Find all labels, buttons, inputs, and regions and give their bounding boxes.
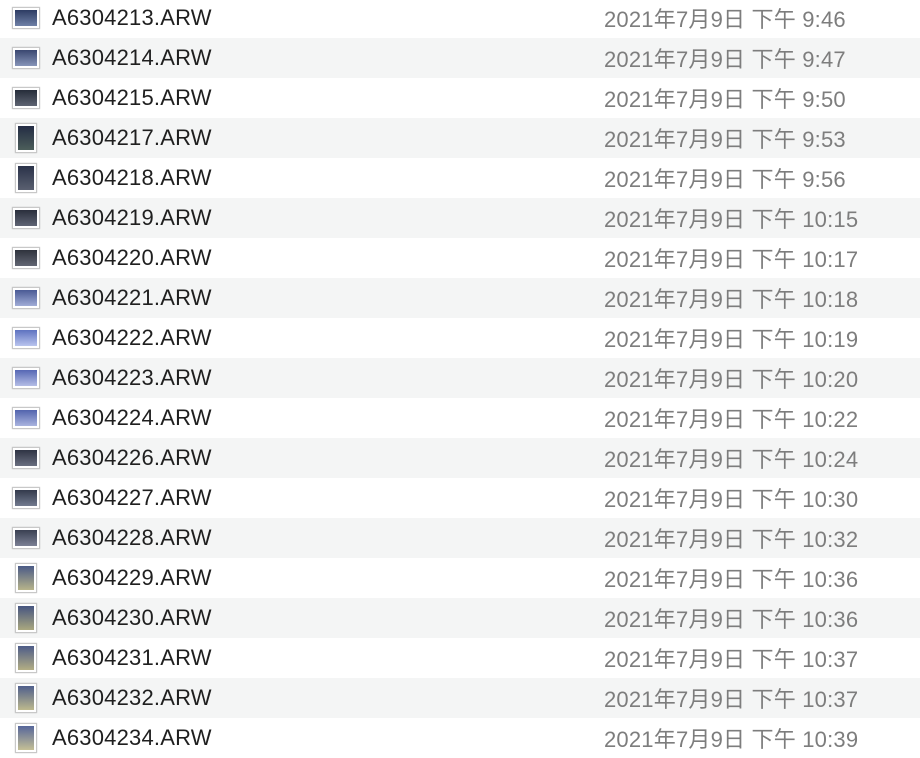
file-name: A6304215.ARW (52, 85, 212, 110)
file-date-modified: 2021年7月9日 下午 10:39 (604, 727, 859, 752)
thumbnail-photo (15, 450, 37, 466)
file-name: A6304224.ARW (52, 405, 212, 430)
file-row[interactable]: A6304226.ARW 2021年7月9日 下午 10:24 (0, 438, 920, 478)
image-thumbnail-icon (12, 207, 40, 229)
file-name: A6304227.ARW (52, 485, 212, 510)
file-row[interactable]: A6304224.ARW 2021年7月9日 下午 10:22 (0, 398, 920, 438)
thumbnail-photo (18, 166, 34, 190)
file-name: A6304214.ARW (52, 45, 212, 70)
file-row[interactable]: A6304230.ARW 2021年7月9日 下午 10:36 (0, 598, 920, 638)
thumbnail-photo (15, 50, 37, 66)
thumbnail-photo (15, 290, 37, 306)
file-row[interactable]: A6304215.ARW 2021年7月9日 下午 9:50 (0, 78, 920, 118)
image-thumbnail-icon (15, 123, 37, 153)
file-row[interactable]: A6304222.ARW 2021年7月9日 下午 10:19 (0, 318, 920, 358)
thumbnail-photo (15, 330, 37, 346)
file-date-modified: 2021年7月9日 下午 10:36 (604, 567, 859, 592)
image-thumbnail-icon (12, 367, 40, 389)
file-date-modified: 2021年7月9日 下午 9:46 (604, 7, 846, 32)
file-row[interactable]: A6304228.ARW 2021年7月9日 下午 10:32 (0, 518, 920, 558)
file-row[interactable]: A6304234.ARW 2021年7月9日 下午 10:39 (0, 718, 920, 758)
image-thumbnail-icon (15, 683, 37, 713)
file-row[interactable]: A6304223.ARW 2021年7月9日 下午 10:20 (0, 358, 920, 398)
image-thumbnail-icon (15, 643, 37, 673)
file-name: A6304220.ARW (52, 245, 212, 270)
file-name: A6304222.ARW (52, 325, 212, 350)
file-date-modified: 2021年7月9日 下午 10:15 (604, 207, 859, 232)
file-date-modified: 2021年7月9日 下午 10:17 (604, 247, 859, 272)
thumbnail-photo (15, 210, 37, 226)
file-list: A6304213.ARW 2021年7月9日 下午 9:46 A6304214.AR… (0, 0, 920, 758)
file-name: A6304218.ARW (52, 165, 212, 190)
thumbnail-photo (18, 726, 34, 750)
file-name: A6304232.ARW (52, 685, 212, 710)
file-date-modified: 2021年7月9日 下午 10:36 (604, 607, 859, 632)
file-name: A6304228.ARW (52, 525, 212, 550)
image-thumbnail-icon (15, 603, 37, 633)
thumbnail-photo (18, 566, 34, 590)
image-thumbnail-icon (15, 163, 37, 193)
file-date-modified: 2021年7月9日 下午 10:30 (604, 487, 859, 512)
image-thumbnail-icon (12, 527, 40, 549)
file-row[interactable]: A6304219.ARW 2021年7月9日 下午 10:15 (0, 198, 920, 238)
file-row[interactable]: A6304213.ARW 2021年7月9日 下午 9:46 (0, 0, 920, 38)
image-thumbnail-icon (12, 87, 40, 109)
file-date-modified: 2021年7月9日 下午 10:22 (604, 407, 859, 432)
file-date-modified: 2021年7月9日 下午 10:18 (604, 287, 859, 312)
file-row[interactable]: A6304214.ARW 2021年7月9日 下午 9:47 (0, 38, 920, 78)
thumbnail-photo (18, 606, 34, 630)
file-name: A6304219.ARW (52, 205, 212, 230)
image-thumbnail-icon (12, 487, 40, 509)
file-row[interactable]: A6304218.ARW 2021年7月9日 下午 9:56 (0, 158, 920, 198)
file-date-modified: 2021年7月9日 下午 10:32 (604, 527, 859, 552)
file-name: A6304213.ARW (52, 5, 212, 30)
file-date-modified: 2021年7月9日 下午 10:20 (604, 367, 859, 392)
thumbnail-photo (15, 410, 37, 426)
file-row[interactable]: A6304229.ARW 2021年7月9日 下午 10:36 (0, 558, 920, 598)
file-date-modified: 2021年7月9日 下午 9:50 (604, 87, 846, 112)
thumbnail-photo (18, 686, 34, 710)
file-date-modified: 2021年7月9日 下午 10:37 (604, 687, 859, 712)
file-row[interactable]: A6304227.ARW 2021年7月9日 下午 10:30 (0, 478, 920, 518)
thumbnail-photo (18, 646, 34, 670)
image-thumbnail-icon (12, 247, 40, 269)
image-thumbnail-icon (12, 327, 40, 349)
file-date-modified: 2021年7月9日 下午 10:37 (604, 647, 859, 672)
file-date-modified: 2021年7月9日 下午 10:19 (604, 327, 859, 352)
file-row[interactable]: A6304231.ARW 2021年7月9日 下午 10:37 (0, 638, 920, 678)
thumbnail-photo (15, 10, 37, 26)
thumbnail-photo (15, 530, 37, 546)
thumbnail-photo (18, 126, 34, 150)
file-name: A6304230.ARW (52, 605, 212, 630)
thumbnail-photo (15, 490, 37, 506)
file-date-modified: 2021年7月9日 下午 9:47 (604, 47, 846, 72)
file-date-modified: 2021年7月9日 下午 9:56 (604, 167, 846, 192)
file-name: A6304217.ARW (52, 125, 212, 150)
thumbnail-photo (15, 370, 37, 386)
file-name: A6304226.ARW (52, 445, 212, 470)
image-thumbnail-icon (15, 563, 37, 593)
file-date-modified: 2021年7月9日 下午 10:24 (604, 447, 859, 472)
image-thumbnail-icon (12, 7, 40, 29)
thumbnail-photo (15, 250, 37, 266)
image-thumbnail-icon (12, 407, 40, 429)
file-row[interactable]: A6304232.ARW 2021年7月9日 下午 10:37 (0, 678, 920, 718)
file-row[interactable]: A6304217.ARW 2021年7月9日 下午 9:53 (0, 118, 920, 158)
file-name: A6304223.ARW (52, 365, 212, 390)
file-date-modified: 2021年7月9日 下午 9:53 (604, 127, 846, 152)
file-row[interactable]: A6304220.ARW 2021年7月9日 下午 10:17 (0, 238, 920, 278)
image-thumbnail-icon (15, 723, 37, 753)
file-row[interactable]: A6304221.ARW 2021年7月9日 下午 10:18 (0, 278, 920, 318)
file-name: A6304229.ARW (52, 565, 212, 590)
file-name: A6304231.ARW (52, 645, 212, 670)
image-thumbnail-icon (12, 47, 40, 69)
file-name: A6304234.ARW (52, 725, 212, 750)
thumbnail-photo (15, 90, 37, 106)
image-thumbnail-icon (12, 287, 40, 309)
image-thumbnail-icon (12, 447, 40, 469)
file-name: A6304221.ARW (52, 285, 212, 310)
